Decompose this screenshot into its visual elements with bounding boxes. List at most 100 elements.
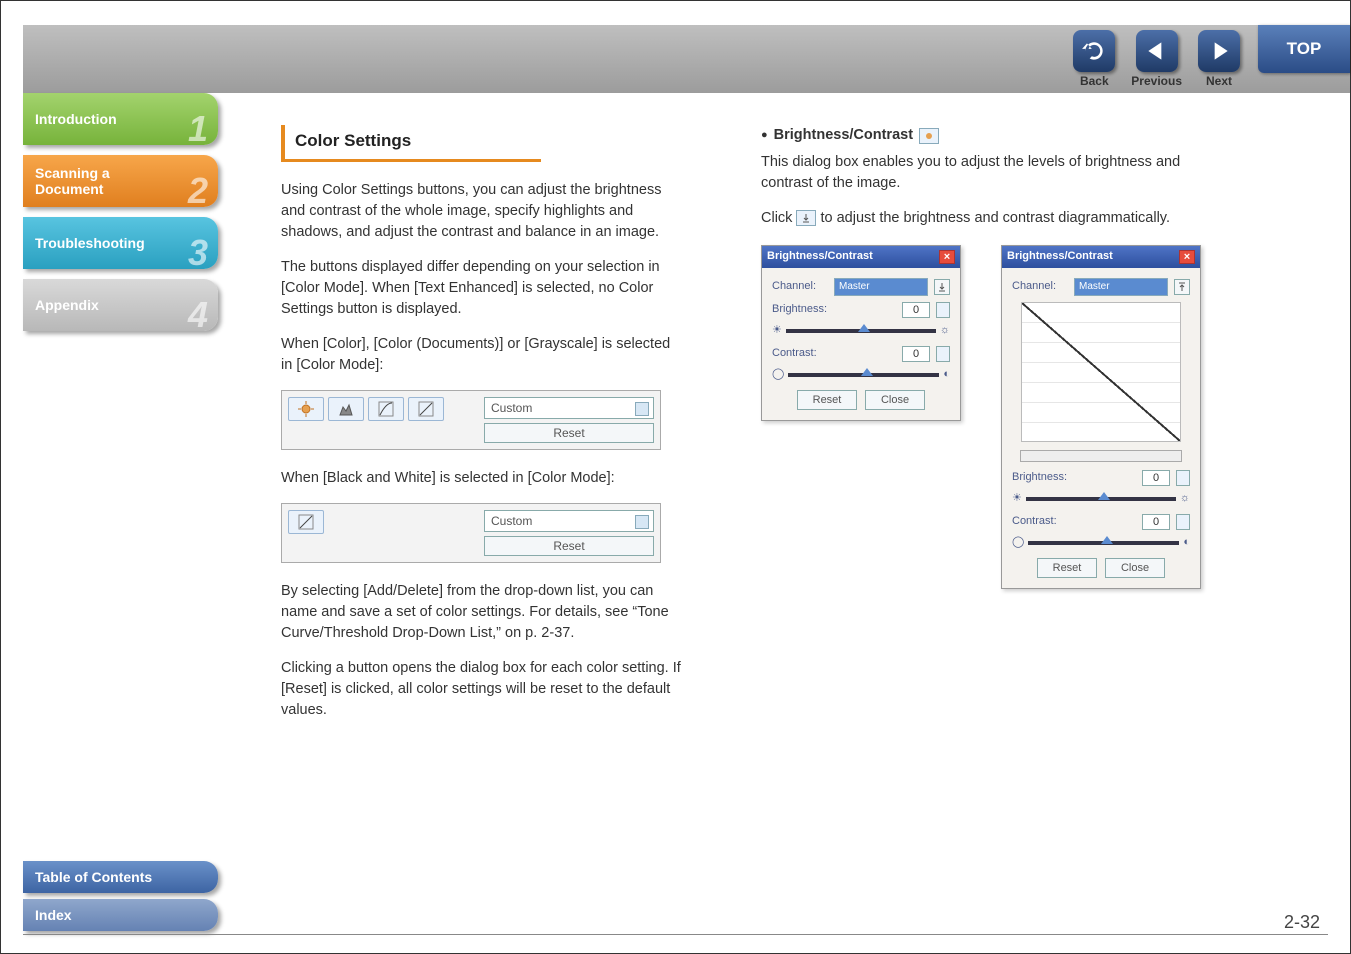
sidebar-label: Scanning a [35,165,206,181]
spinner-icon[interactable] [1176,470,1190,486]
histogram-button[interactable] [328,397,364,421]
close-icon[interactable]: × [939,250,955,264]
channel-label: Channel: [772,279,828,295]
collapse-toggle-icon[interactable] [1174,279,1190,295]
sun-bright-icon: ☼ [940,323,950,339]
contrast-low-icon: ◯ [772,367,784,383]
sidebar-number: 4 [188,297,208,333]
next-icon [1198,30,1240,72]
sidebar-number: 3 [188,235,208,271]
footer-divider [23,934,1328,935]
header-bar: Back Previous Next [23,25,1350,93]
preset-select[interactable]: Custom [484,510,654,532]
dialog-reset-button[interactable]: Reset [797,390,857,410]
brightness-slider[interactable]: ☀ ☼ [772,324,950,338]
brightness-label: Brightness: [1012,470,1068,486]
dialog-close-button[interactable]: Close [865,390,925,410]
sidebar-number: 2 [188,173,208,209]
threshold-button[interactable] [288,510,324,534]
next-label: Next [1206,74,1232,88]
reset-button[interactable]: Reset [484,536,654,556]
sun-bright-icon: ☼ [1180,491,1190,507]
spinner-icon[interactable] [1176,514,1190,530]
contrast-label: Contrast: [772,346,828,362]
sidebar-item-appendix[interactable]: Appendix 4 [23,279,218,331]
back-label: Back [1080,74,1109,88]
sidebar-label: Introduction [35,111,206,127]
previous-icon [1136,30,1178,72]
dialog-close-button[interactable]: Close [1105,558,1165,578]
paragraph: When [Black and White] is selected in [C… [281,468,681,489]
page-frame: Back Previous Next TOP Introduction 1 Sc… [0,0,1351,954]
paragraph: When [Color], [Color (Documents)] or [Gr… [281,334,681,376]
section-title: Color Settings [281,125,411,160]
brightness-contrast-icon [919,128,939,144]
channel-select[interactable]: Master [1074,278,1168,296]
brightness-contrast-button[interactable] [288,397,324,421]
sidebar-number: 1 [188,111,208,147]
reset-button[interactable]: Reset [484,423,654,443]
sidebar-label: Document [35,181,206,197]
paragraph: By selecting [Add/Delete] from the drop-… [281,581,681,644]
graph-scrollbar[interactable] [1020,450,1182,462]
index-link[interactable]: Index [23,899,218,931]
content-area: Color Settings Using Color Settings butt… [281,125,1290,893]
subsection-heading: Brightness/Contrast [761,125,1221,146]
paragraph: Click to adjust the brightness and contr… [761,208,1221,229]
brightness-label: Brightness: [772,302,828,318]
sidebar-label: Appendix [35,297,206,313]
color-mode-toolbar-full: Custom Reset [281,390,661,450]
contrast-label: Contrast: [1012,514,1068,530]
previous-label: Previous [1131,74,1182,88]
expand-toggle-icon[interactable] [934,279,950,295]
section-title-wrap: Color Settings [281,125,681,162]
channel-select[interactable]: Master [834,278,928,296]
dialog-titlebar: Brightness/Contrast × [762,246,960,268]
spinner-icon[interactable] [936,346,950,362]
sidebar-item-troubleshooting[interactable]: Troubleshooting 3 [23,217,218,269]
paragraph: This dialog box enables you to adjust th… [761,152,1221,194]
back-icon [1073,30,1115,72]
preset-select[interactable]: Custom [484,397,654,419]
brightness-slider[interactable]: ☀ ☼ [1012,492,1190,506]
paragraph: Clicking a button opens the dialog box f… [281,658,681,721]
contrast-slider[interactable]: ◯ ◐ [1012,536,1190,550]
contrast-value[interactable]: 0 [1142,514,1170,530]
nav-buttons: Back Previous Next [1073,25,1240,93]
close-icon[interactable]: × [1179,250,1195,264]
color-mode-toolbar-bw: Custom Reset [281,503,661,563]
dialog-reset-button[interactable]: Reset [1037,558,1097,578]
tone-curve-button[interactable] [368,397,404,421]
final-review-button[interactable] [408,397,444,421]
previous-button[interactable]: Previous [1131,30,1182,88]
top-link[interactable]: TOP [1258,25,1350,73]
paragraph: Using Color Settings buttons, you can ad… [281,180,681,243]
back-button[interactable]: Back [1073,30,1115,88]
subsection-title: Brightness/Contrast [774,125,913,146]
dialog-examples: Brightness/Contrast × Channel: Master Br… [761,245,1221,589]
contrast-value[interactable]: 0 [902,346,930,362]
brightness-contrast-dialog-expanded: Brightness/Contrast × Channel: Master Br… [1001,245,1201,589]
left-column: Color Settings Using Color Settings butt… [281,125,681,893]
brightness-value[interactable]: 0 [1142,470,1170,486]
spinner-icon[interactable] [936,302,950,318]
contrast-slider[interactable]: ◯ ◐ [772,368,950,382]
contrast-high-icon: ◐ [943,367,950,383]
brightness-contrast-dialog-compact: Brightness/Contrast × Channel: Master Br… [761,245,961,421]
dialog-title: Brightness/Contrast [1007,249,1113,265]
right-column: Brightness/Contrast This dialog box enab… [761,125,1221,893]
contrast-low-icon: ◯ [1012,535,1024,551]
channel-label: Channel: [1012,279,1068,295]
sidebar-item-introduction[interactable]: Introduction 1 [23,93,218,145]
next-button[interactable]: Next [1198,30,1240,88]
bottom-nav: Table of Contents Index [23,855,218,931]
dialog-title: Brightness/Contrast [767,249,873,265]
expand-icon [796,210,816,226]
sidebar-label: Troubleshooting [35,235,206,251]
sidebar-item-scanning[interactable]: Scanning a Document 2 [23,155,218,207]
sun-dim-icon: ☀ [1012,491,1022,507]
page-number: 2-32 [1284,912,1320,933]
contrast-high-icon: ◐ [1183,535,1190,551]
toc-link[interactable]: Table of Contents [23,861,218,893]
brightness-value[interactable]: 0 [902,302,930,318]
